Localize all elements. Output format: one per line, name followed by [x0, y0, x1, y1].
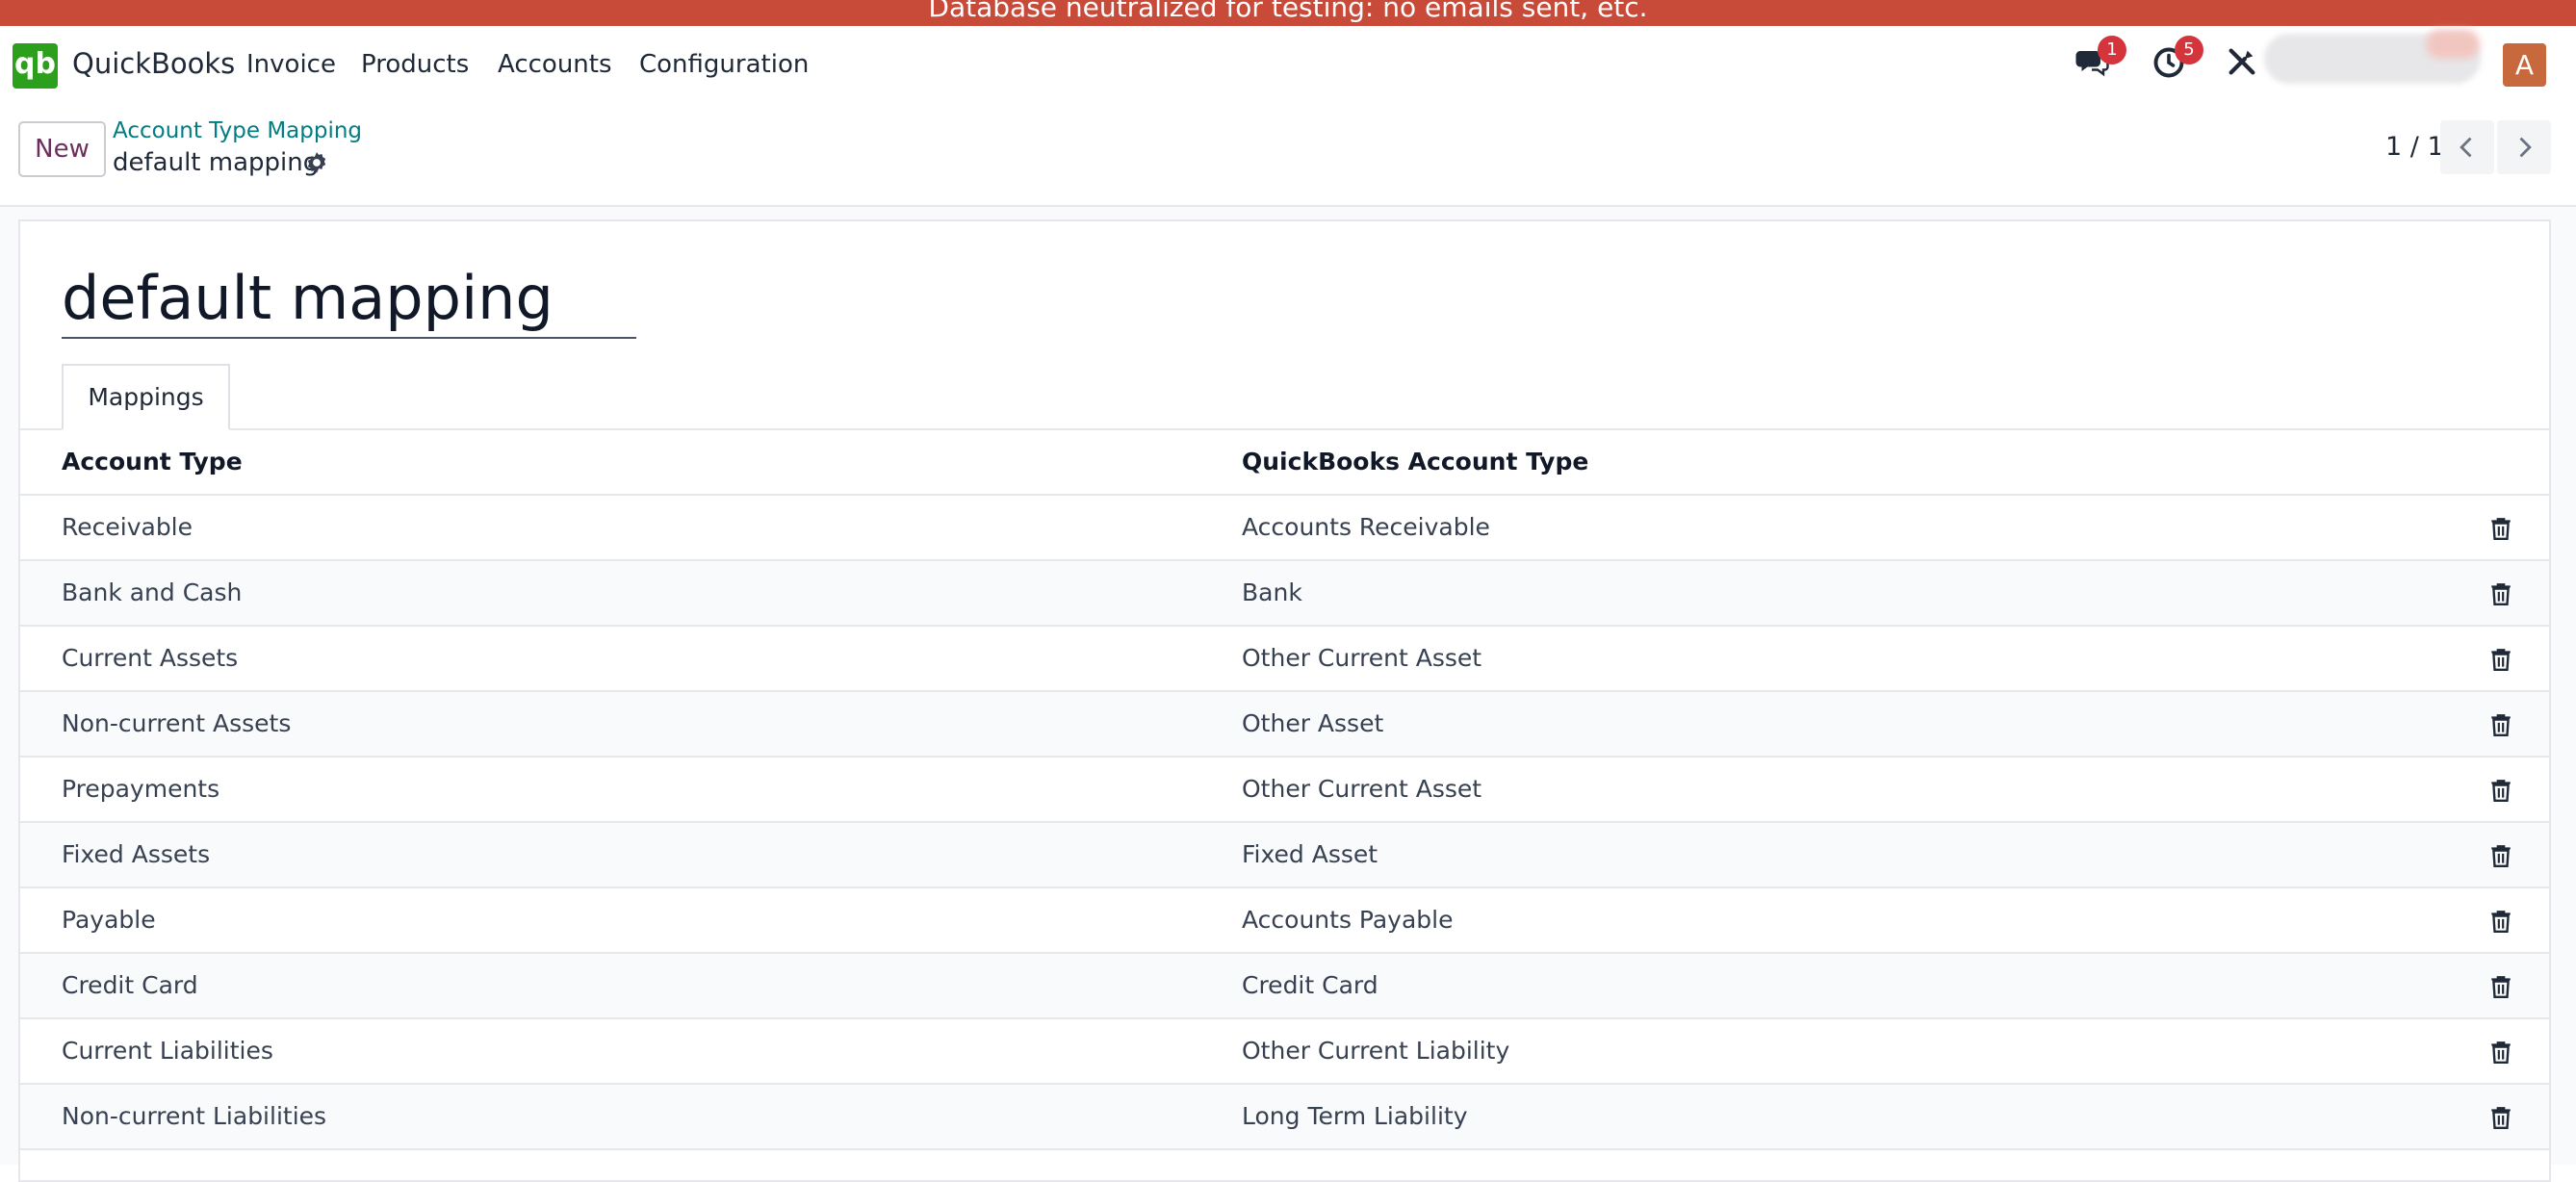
table-row[interactable]: Non-current Assets Other Asset	[20, 692, 2549, 758]
chevron-right-icon	[2519, 137, 2532, 158]
column-header-quickbooks-account-type[interactable]: QuickBooks Account Type	[1242, 448, 1588, 475]
activities-badge: 5	[2175, 36, 2203, 64]
cell-quickbooks-account-type[interactable]: Bank	[1242, 578, 1302, 606]
table-row[interactable]: Credit Card Credit Card	[20, 954, 2549, 1019]
trash-icon[interactable]	[2488, 711, 2513, 738]
table-row[interactable]: Payable Accounts Payable	[20, 888, 2549, 954]
cell-account-type[interactable]: Credit Card	[62, 971, 198, 999]
gear-icon[interactable]	[304, 150, 329, 175]
trash-icon[interactable]	[2488, 580, 2513, 607]
new-button[interactable]: New	[18, 121, 106, 177]
trash-icon[interactable]	[2488, 908, 2513, 935]
name-field[interactable]: default mapping	[62, 264, 636, 339]
messages-button[interactable]: 1	[2074, 36, 2126, 84]
trash-icon[interactable]	[2488, 777, 2513, 804]
breadcrumb-link[interactable]: Account Type Mapping	[113, 118, 362, 143]
table-header: Account Type QuickBooks Account Type	[20, 430, 2549, 496]
trash-icon[interactable]	[2488, 515, 2513, 542]
menu-products[interactable]: Products	[361, 50, 469, 79]
table-row[interactable]: Current Assets Other Current Asset	[20, 627, 2549, 692]
form-sheet: default mapping Mappings Account Type Qu…	[18, 219, 2551, 1182]
cell-account-type[interactable]: Bank and Cash	[62, 578, 242, 606]
table-row[interactable]: Receivable Accounts Receivable	[20, 496, 2549, 561]
cell-account-type[interactable]: Current Assets	[62, 644, 238, 672]
menu-accounts[interactable]: Accounts	[498, 50, 612, 79]
tools-icon	[2228, 48, 2255, 75]
cell-account-type[interactable]: Current Liabilities	[62, 1037, 273, 1065]
control-panel: New Account Type Mapping default mapping…	[0, 105, 2576, 207]
user-avatar[interactable]: A	[2503, 43, 2546, 87]
column-header-account-type[interactable]: Account Type	[62, 448, 243, 475]
menu-invoice[interactable]: Invoice	[246, 50, 336, 79]
company-switcher-indicator	[2426, 30, 2480, 59]
cell-quickbooks-account-type[interactable]: Credit Card	[1242, 971, 1378, 999]
top-navbar: qb QuickBooks Invoice Products Accounts …	[0, 26, 2576, 105]
trash-icon[interactable]	[2488, 973, 2513, 1000]
cell-account-type[interactable]: Payable	[62, 906, 156, 934]
table-body: Receivable Accounts Receivable Bank and Ca…	[20, 496, 2549, 1150]
trash-icon[interactable]	[2488, 842, 2513, 869]
cell-quickbooks-account-type[interactable]: Other Current Asset	[1242, 644, 1481, 672]
cell-account-type[interactable]: Non-current Assets	[62, 709, 291, 737]
table-row[interactable]: Prepayments Other Current Asset	[20, 758, 2549, 823]
cell-quickbooks-account-type[interactable]: Other Asset	[1242, 709, 1383, 737]
cell-account-type[interactable]: Fixed Assets	[62, 840, 210, 868]
cell-quickbooks-account-type[interactable]: Accounts Receivable	[1242, 513, 1490, 541]
cell-quickbooks-account-type[interactable]: Other Current Asset	[1242, 775, 1481, 803]
cell-quickbooks-account-type[interactable]: Fixed Asset	[1242, 840, 1378, 868]
activities-button[interactable]: 5	[2151, 36, 2203, 84]
trash-icon[interactable]	[2488, 646, 2513, 673]
app-logo[interactable]: qb	[13, 43, 58, 89]
cell-account-type[interactable]: Receivable	[62, 513, 193, 541]
app-name[interactable]: QuickBooks	[72, 47, 235, 80]
pager-previous-button[interactable]	[2440, 120, 2494, 174]
breadcrumb-current: default mapping	[113, 148, 320, 177]
trash-icon[interactable]	[2488, 1039, 2513, 1066]
table-row[interactable]: Bank and Cash Bank	[20, 561, 2549, 627]
chevron-left-icon	[2460, 137, 2472, 158]
cell-quickbooks-account-type[interactable]: Accounts Payable	[1242, 906, 1454, 934]
cell-account-type[interactable]: Prepayments	[62, 775, 219, 803]
pager-value[interactable]: 1 / 1	[2385, 132, 2444, 162]
debug-tools-button[interactable]	[2226, 45, 2264, 84]
trash-icon[interactable]	[2488, 1104, 2513, 1131]
pager-next-button[interactable]	[2497, 120, 2551, 174]
messages-badge: 1	[2098, 36, 2126, 64]
cell-account-type[interactable]: Non-current Liabilities	[62, 1102, 326, 1130]
table-row[interactable]: Fixed Assets Fixed Asset	[20, 823, 2549, 888]
table-row[interactable]: Non-current Liabilities Long Term Liabili…	[20, 1085, 2549, 1150]
tab-mappings[interactable]: Mappings	[62, 364, 230, 430]
table-row[interactable]: Current Liabilities Other Current Liabili…	[20, 1019, 2549, 1085]
mappings-table: Account Type QuickBooks Account Type Rec…	[20, 430, 2549, 1150]
cell-quickbooks-account-type[interactable]: Other Current Liability	[1242, 1037, 1509, 1065]
neutralized-banner: Database neutralized for testing: no ema…	[0, 0, 2576, 26]
menu-configuration[interactable]: Configuration	[639, 50, 809, 79]
cell-quickbooks-account-type[interactable]: Long Term Liability	[1242, 1102, 1468, 1130]
